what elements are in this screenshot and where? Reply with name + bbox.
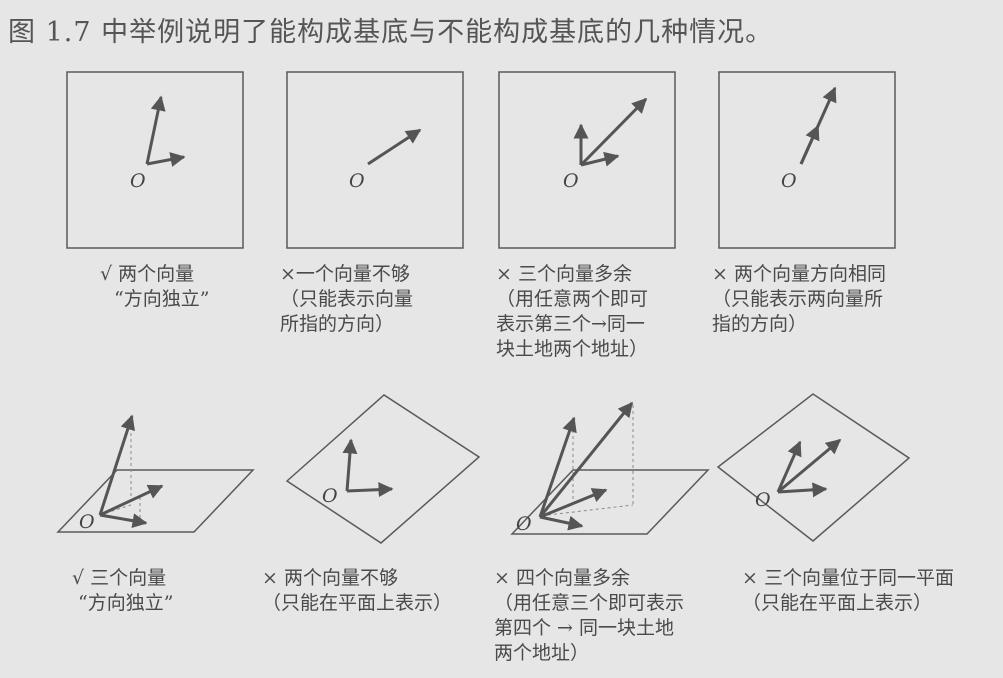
panel-frame — [718, 71, 896, 249]
caption-line: √ 三个向量 — [72, 567, 167, 589]
caption-3d-two-vectors: × 两个向量不够 （只能在平面上表示） — [262, 566, 452, 616]
panel-2d-independent: O — [66, 71, 244, 249]
panel-2d-three-vectors: O — [498, 71, 676, 249]
vector-arrow — [539, 515, 584, 531]
caption-2d-independent: √ 两个向量 “方向独立” — [100, 262, 209, 312]
caption-3d-independent: √ 三个向量 “方向独立” — [72, 566, 173, 616]
caption-2d-same-direction: × 两个向量方向相同 （只能表示两向量所 指的方向） — [712, 262, 886, 337]
panel-3d-independent: O — [56, 414, 255, 533]
caption-line: × 两个向量不够 — [262, 567, 398, 589]
vector-arrow — [346, 482, 394, 498]
plane — [285, 394, 481, 544]
caption-line: （用任意两个即可 — [496, 288, 649, 310]
caption-line: × 三个向量位于同一平面 — [742, 567, 954, 589]
vector-arrow — [538, 401, 634, 518]
caption-line: （用任意三个即可表示 — [494, 592, 685, 614]
vector-arrow — [538, 416, 577, 518]
caption-line: 所指的方向） — [280, 313, 395, 335]
caption-line: （只能在平面上表示） — [262, 592, 453, 614]
caption-3d-coplanar: × 三个向量位于同一平面 （只能在平面上表示） — [742, 566, 954, 616]
origin-label: O — [79, 511, 95, 533]
caption-2d-three-vectors: × 三个向量多余 （用任意两个即可 表示第三个→同一 块土地两个地址） — [496, 262, 648, 362]
caption-line: 表示第三个→同一 — [496, 313, 645, 335]
caption-3d-four-vectors: × 四个向量多余 （用任意三个即可表示 第四个 → 同一块土地 两个地址） — [494, 566, 684, 666]
caption-line: “方向独立” — [78, 592, 174, 614]
panel-2d-same-direction: O — [718, 71, 896, 249]
plane — [716, 393, 911, 542]
origin-label: O — [130, 170, 146, 192]
caption-line: “方向独立” — [114, 288, 210, 310]
vector-arrow — [342, 438, 358, 492]
vector-arrow — [777, 482, 828, 498]
caption-line: （只能表示向量 — [280, 288, 414, 310]
caption-line: 第四个 → 同一块土地 — [494, 617, 674, 639]
panel-3d-coplanar: O — [716, 393, 911, 542]
vector-arrow — [145, 95, 166, 165]
vector-arrow — [98, 414, 135, 516]
vector-arrow — [146, 152, 186, 167]
caption-line: ×一个向量不够 — [280, 263, 410, 285]
caption-line: 块土地两个地址） — [496, 338, 649, 360]
origin-label: O — [322, 485, 338, 507]
vector-arrow — [579, 97, 648, 167]
vector-arrow — [99, 513, 148, 529]
origin-label: O — [781, 170, 797, 192]
caption-line: × 四个向量多余 — [494, 567, 630, 589]
origin-label: O — [516, 513, 532, 535]
vector-arrow — [799, 124, 820, 165]
caption-line: 两个地址） — [494, 642, 590, 664]
caption-line: × 三个向量多余 — [496, 263, 632, 285]
caption-line: 指的方向） — [712, 313, 808, 335]
panel-frame — [66, 71, 244, 249]
panel-3d-two-vectors: O — [285, 394, 481, 544]
origin-label: O — [563, 170, 579, 192]
origin-label: O — [755, 489, 771, 511]
vector-arrow — [367, 128, 422, 166]
caption-2d-one-vector: ×一个向量不够 （只能表示向量 所指的方向） — [280, 262, 413, 337]
panel-3d-four-vectors: O — [510, 401, 710, 535]
origin-label: O — [349, 170, 365, 192]
caption-line: √ 两个向量 — [100, 263, 195, 285]
caption-line: × 两个向量方向相同 — [712, 263, 886, 285]
caption-line: （只能在平面上表示） — [742, 592, 933, 614]
panel-2d-one-vector: O — [286, 71, 464, 249]
plane — [510, 469, 710, 535]
caption-line: （只能表示两向量所 — [712, 288, 884, 310]
vector-arrow — [777, 438, 842, 494]
